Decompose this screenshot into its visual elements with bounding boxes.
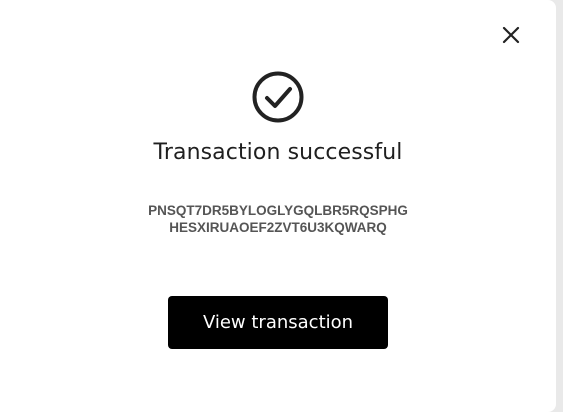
transaction-hash-line-1: PNSQT7DR5BYLOGLYGQLBR5RQSPHG: [148, 203, 408, 218]
transaction-success-modal: Transaction successful PNSQT7DR5BYLOGLYG…: [0, 0, 556, 412]
close-icon: [502, 26, 520, 44]
modal-title: Transaction successful: [153, 140, 403, 165]
transaction-hash: PNSQT7DR5BYLOGLYGQLBR5RQSPHG HESXIRUAOEF…: [0, 202, 556, 236]
check-circle-icon: [252, 71, 304, 123]
view-transaction-button[interactable]: View transaction: [168, 296, 388, 349]
close-button[interactable]: [497, 21, 525, 49]
transaction-hash-line-2: HESXIRUAOEF2ZVT6U3KQWARQ: [169, 220, 387, 235]
